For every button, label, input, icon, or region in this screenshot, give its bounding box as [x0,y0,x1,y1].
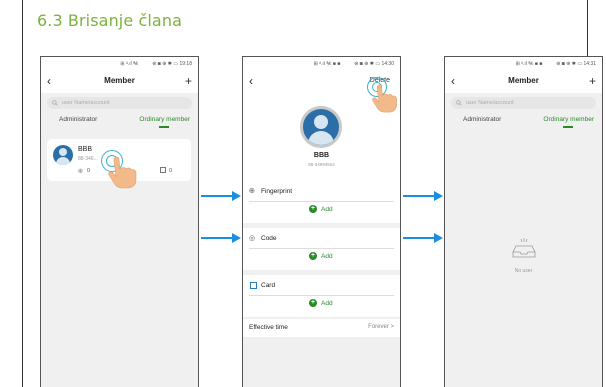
search-placeholder: user Name/account [62,100,110,106]
search-input[interactable]: user Name/account [47,97,192,109]
add-member-button[interactable]: + [589,74,596,88]
status-bar: ⊞ ᵈ.ıl ℀ ■ ■ ⊛ ◙ ⊕ ✱ ▭ 14:31 [445,57,602,71]
chevron-left-icon[interactable]: ‹ [249,74,253,88]
member-tabs: Administrator Ordinary member [445,113,602,131]
search-icon [52,100,58,106]
status-right: ⊛ ◙ ⊕ ✱ ▭ 19:18 [152,61,192,67]
member-name: BBB [313,152,330,159]
avatar [300,106,342,148]
section-label: Card [261,282,276,289]
fingerprint-section: ֍ Fingerprint + Add [243,181,400,223]
add-label: Add [321,299,333,307]
search-placeholder: user Name/account [466,100,514,106]
section-label: Code [261,235,277,242]
status-left: ⊞ ᵈ.ıl ℀ ■ ■ [515,61,543,67]
search-icon [456,100,462,106]
plus-icon: + [309,252,317,260]
tab-ordinary-member[interactable]: Ordinary member [139,116,190,123]
fingerprint-count: 0 [87,168,91,174]
phone-empty-list: ⊞ ᵈ.ıl ℀ ■ ■ ⊛ ◙ ⊕ ✱ ▭ 14:31 ‹ Member + … [444,56,603,387]
nav-bar: ‹ Member + [41,71,198,93]
status-left: ⊞ ᵈ.ıl ℀ ■ ■ [313,61,341,67]
status-bar: ⊞ ᵈ.ıl ℀ ■ ■ ⊛ ◙ ⊕ ✱ ▭ 14:30 [243,57,400,71]
arrow-right-icon [403,191,443,201]
arrow-right-icon [403,233,443,243]
tapping-hand-icon [108,156,137,189]
code-icon: ◎ [249,235,256,242]
phone-member-detail: ⊞ ᵈ.ıl ℀ ■ ■ ⊛ ◙ ⊕ ✱ ▭ 14:30 ‹ Delete BB… [242,56,401,387]
add-label: Add [321,205,333,213]
tab-administrator[interactable]: Administrator [463,116,501,123]
tab-ordinary-member[interactable]: Ordinary member [543,116,594,123]
status-bar: ⊞ ᵈ.ıl ℀ ⊛ ◙ ⊕ ✱ ▭ 19:18 [41,57,198,71]
fingerprint-icon: ֍ [249,188,255,195]
effective-time-label: Effective time [249,324,288,331]
card-icon [160,167,166,173]
member-name: BBB [78,146,93,153]
card-section: Card + Add [243,275,400,317]
plus-icon: + [309,205,317,213]
empty-state: No user [445,237,602,274]
phone-member-list: ⊞ ᵈ.ıl ℀ ⊛ ◙ ⊕ ✱ ▭ 19:18 ‹ Member + user… [40,56,199,387]
add-label: Add [321,252,333,260]
search-input[interactable]: user Name/account [451,97,596,109]
card-count: 0 [169,168,173,174]
status-left: ⊞ ᵈ.ıl ℀ [120,61,139,67]
arrow-right-icon [201,191,241,201]
page-title: Member [508,76,539,85]
section-title: 6.3 Brisanje člana [37,11,182,30]
tab-administrator[interactable]: Administrator [59,116,97,123]
effective-time-value: Forever > [368,324,394,330]
add-code-button[interactable]: + Add [309,252,333,260]
member-id: 88-34993504 [308,162,335,167]
empty-inbox-icon [512,238,535,258]
tapping-hand-icon [372,84,397,113]
empty-label: No user [514,268,533,274]
arrow-right-icon [201,233,241,243]
status-right: ⊛ ◙ ⊕ ✱ ▭ 14:31 [556,61,596,67]
page-title: Member [104,76,135,85]
plus-icon: + [309,299,317,307]
avatar [53,145,73,165]
add-member-button[interactable]: + [185,74,192,88]
add-card-button[interactable]: + Add [309,299,333,307]
add-fingerprint-button[interactable]: + Add [309,205,333,213]
card-icon [250,282,257,289]
member-id: 88-346... [78,156,98,162]
effective-time-row[interactable]: Effective time Forever > [243,319,400,337]
tab-underline [563,126,573,128]
code-section: ◎ Code + Add [243,228,400,270]
nav-bar: ‹ Member + [445,71,602,93]
status-right: ⊛ ◙ ⊕ ✱ ▭ 14:30 [354,61,394,67]
fingerprint-icon: ֍ [78,169,83,175]
member-tabs: Administrator Ordinary member [41,113,198,131]
tab-underline [159,126,169,128]
section-label: Fingerprint [261,188,293,195]
